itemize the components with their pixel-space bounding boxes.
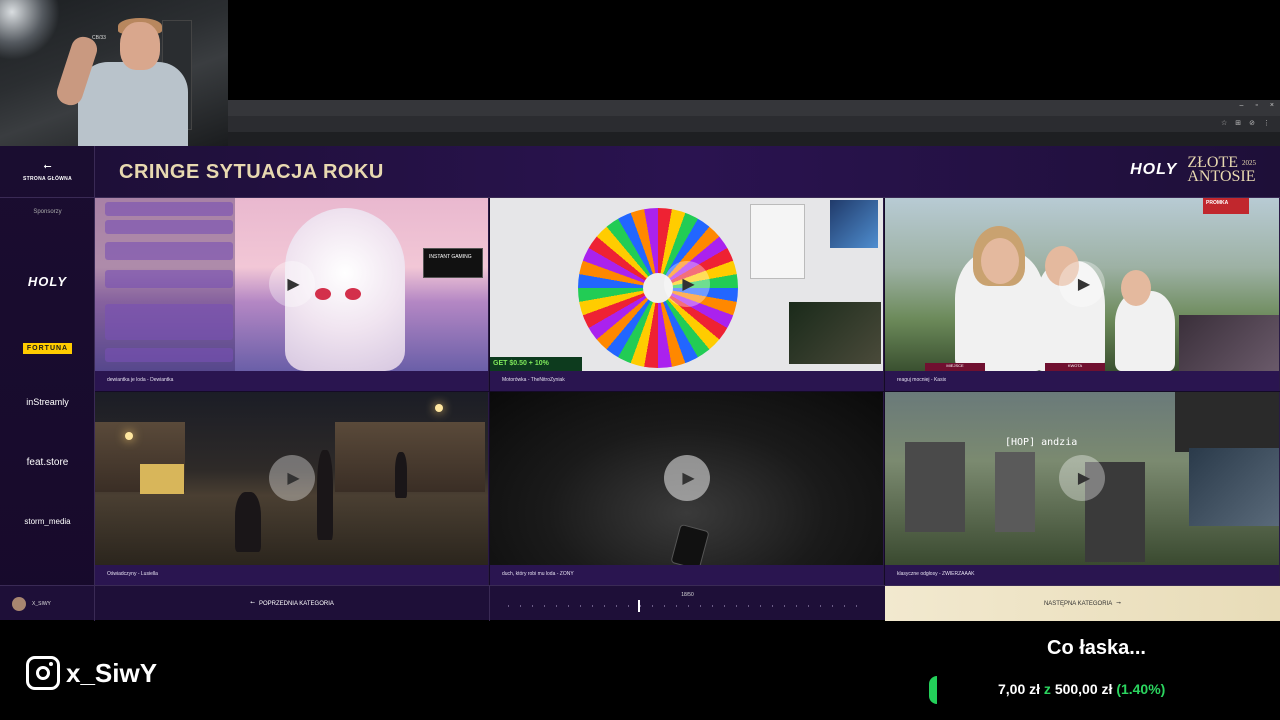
player-tag: [HOP] andzia <box>1005 437 1078 448</box>
promo-badge: PROMKA <box>1203 198 1249 214</box>
video-thumbnail: PROMKA MIEJSCE KWOTA ▶ <box>885 198 1279 371</box>
instagram-handle: x_SiwY <box>26 656 157 690</box>
video-thumbnail: GET $0.50 + 10% ▶ <box>490 198 883 371</box>
maximize-icon[interactable]: ▫ <box>1255 102 1257 109</box>
streamer-cam <box>1189 448 1279 526</box>
donation-goal-text: 7,00 zł z 500,00 zł (1.40%) <box>998 681 1166 697</box>
browser-bookmarks <box>228 132 1280 146</box>
page-title: CRINGE SYTUACJA ROKU <box>119 161 384 183</box>
sponsor-fortuna-logo[interactable]: FORTUNA <box>0 337 95 355</box>
sponsor-badge: INSTANT GAMING <box>423 248 483 278</box>
header: CRINGE SYTUACJA ROKU HOLY ZŁOTE 2025 ANT… <box>95 146 1280 198</box>
play-button[interactable]: ▶ <box>663 455 710 501</box>
streamer-cam <box>1179 315 1279 371</box>
next-category-button[interactable]: NASTĘPNA KATEGORIA ⭢ <box>885 586 1280 621</box>
donation-goal-title: Co łaska... <box>1047 637 1146 659</box>
play-button[interactable]: ▶ <box>268 261 315 307</box>
instagram-icon <box>26 656 60 690</box>
sponsors-label: Sponsorzy <box>33 209 62 215</box>
browser-tools: ☆ ⊞ ⊘ ⋮ <box>1221 119 1270 127</box>
video-thumbnail: ▶ <box>490 392 883 571</box>
tile-caption: Motorówka - TheNitroZyniak <box>490 371 883 391</box>
footer-nav: X_SIWY ⭠ POPRZEDNIA KATEGORIA 18/50 NAST… <box>0 585 1280 621</box>
star-icon[interactable]: ☆ <box>1221 119 1227 127</box>
sponsor-instreamly-logo[interactable]: inStreamly <box>0 397 95 407</box>
home-label: STRONA GŁÓWNA <box>23 176 72 182</box>
browser-toolbar <box>228 116 1280 132</box>
tile-caption: Oświadczyny - Lusiella <box>95 565 488 585</box>
webcam-badge: CB/33 <box>92 35 106 41</box>
screen: CB/33 – ▫ × ☆ ⊞ ⊘ ⋮ ⭠ STRONA GŁÓWNA Spon… <box>0 0 1280 720</box>
voting-app: ⭠ STRONA GŁÓWNA Sponsorzy HOLY FORTUNA i… <box>0 146 1280 621</box>
chat-overlay <box>95 198 235 371</box>
sidebar: ⭠ STRONA GŁÓWNA Sponsorzy HOLY FORTUNA i… <box>0 146 95 620</box>
home-link[interactable]: ⭠ STRONA GŁÓWNA <box>0 146 95 198</box>
username: X_SIWY <box>32 600 51 607</box>
webcam-feed: CB/33 <box>0 0 228 146</box>
arrow-left-icon: ⭠ <box>43 161 52 172</box>
nominee-tile[interactable]: ▶ Oświadczyny - Lusiella <box>95 392 489 585</box>
tile-caption: reaguj mocniej - Kasix <box>885 371 1279 391</box>
arrow-right-icon: ⭢ <box>1116 600 1122 606</box>
play-button[interactable]: ▶ <box>1059 455 1105 501</box>
close-icon[interactable]: × <box>1270 102 1274 109</box>
nominee-tile[interactable]: INSTANT GAMING ▶ dewiantka je loda - Dew… <box>95 198 489 391</box>
sponsor-holy-logo[interactable]: HOLY <box>0 274 95 289</box>
play-icon: ▶ <box>287 276 300 293</box>
nominee-tile[interactable]: [HOP] andzia ▶ klasyczne odgłosy - ZWIER… <box>885 392 1280 585</box>
tile-caption: duch, który robi mu loda - ZONY <box>490 565 883 585</box>
tile-caption: dewiantka je loda - Dewiantka <box>95 371 488 391</box>
play-button[interactable]: ▶ <box>663 261 710 307</box>
donation-goal-bar <box>929 676 937 704</box>
play-button[interactable]: ▶ <box>1059 261 1105 307</box>
prev-category-button[interactable]: ⭠ POPRZEDNIA KATEGORIA <box>95 586 490 621</box>
menu-icon[interactable]: ⋮ <box>1263 119 1270 127</box>
category-progress: 18/50 <box>490 586 885 621</box>
zlote-antosie-logo: ZŁOTE 2025 ANTOSIE <box>1187 154 1256 185</box>
user-chip[interactable]: X_SIWY <box>0 586 95 621</box>
play-icon: ▶ <box>682 470 695 487</box>
play-button[interactable]: ▶ <box>268 455 315 501</box>
play-icon: ▶ <box>1077 470 1091 487</box>
browser-titlebar <box>228 100 1280 116</box>
holy-logo: HOLY <box>1130 161 1178 178</box>
tile-caption: klasyczne odgłosy - ZWIERZAAAK <box>885 565 1279 585</box>
brand-logo: HOLY ZŁOTE 2025 ANTOSIE <box>1130 154 1256 185</box>
progress-track <box>508 605 868 607</box>
play-icon: ▶ <box>682 276 695 293</box>
arrow-left-icon: ⭠ <box>250 600 255 606</box>
profile-icon[interactable]: ⊘ <box>1249 119 1255 127</box>
video-thumbnail: INSTANT GAMING ▶ <box>95 198 488 371</box>
progress-count: 18/50 <box>681 592 694 598</box>
promo-banner: GET $0.50 + 10% <box>490 357 582 371</box>
play-icon: ▶ <box>1077 276 1091 293</box>
sponsor-featstore-logo[interactable]: feat.store <box>0 457 95 468</box>
avatar <box>12 596 26 611</box>
window-controls: – ▫ × <box>1240 102 1274 109</box>
extensions-icon[interactable]: ⊞ <box>1235 119 1241 127</box>
progress-marker <box>637 600 640 612</box>
nominee-tile[interactable]: ▶ duch, który robi mu loda - ZONY <box>490 392 884 585</box>
video-thumbnail: ▶ <box>95 392 488 565</box>
video-thumbnail: [HOP] andzia ▶ <box>885 392 1279 565</box>
play-icon: ▶ <box>287 470 300 487</box>
nominee-tile[interactable]: GET $0.50 + 10% ▶ Motorówka - TheNitroZy… <box>490 198 884 391</box>
minimize-icon[interactable]: – <box>1240 102 1244 109</box>
nominee-tile[interactable]: PROMKA MIEJSCE KWOTA ▶ reaguj mocniej - … <box>885 198 1280 391</box>
sponsor-stormmedia-logo[interactable]: storm_media <box>0 517 95 526</box>
